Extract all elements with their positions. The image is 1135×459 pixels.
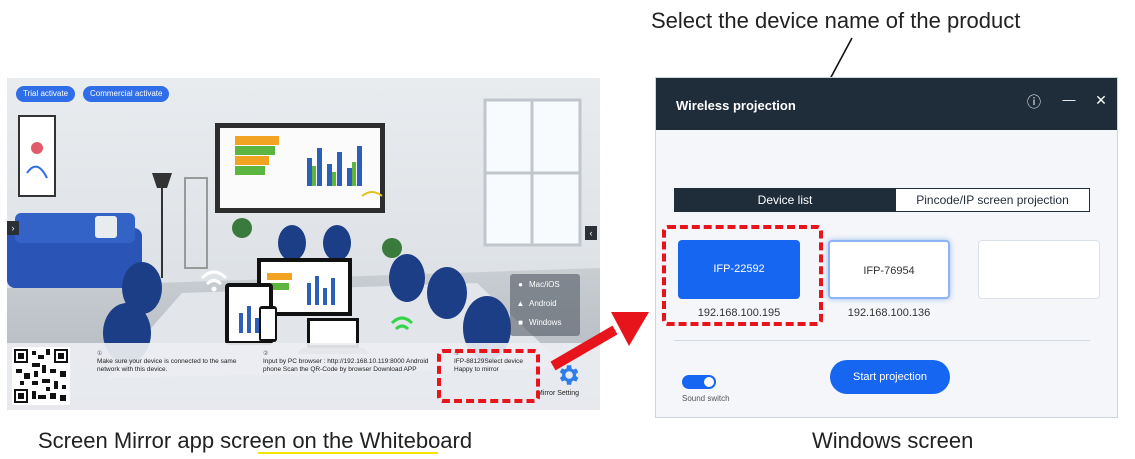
start-projection-button[interactable]: Start projection xyxy=(830,360,950,394)
toggle-knob xyxy=(704,377,714,387)
apple-icon: ● xyxy=(518,280,523,289)
chevron-left-icon[interactable]: ‹ xyxy=(585,226,597,240)
chevron-right-icon[interactable]: › xyxy=(7,221,19,235)
commercial-activate-button[interactable]: Commercial activate xyxy=(83,86,170,102)
sound-switch-toggle[interactable] xyxy=(682,375,716,389)
info-icon[interactable]: ⓘ xyxy=(1024,92,1044,112)
tab-pincode-ip[interactable]: Pincode/IP screen projection xyxy=(895,189,1089,211)
info-step-2: ② Input by PC browser : http://192.168.1… xyxy=(263,350,433,374)
sound-switch-label: Sound switch xyxy=(682,394,730,403)
caption-left: Screen Mirror app screen on the Whiteboa… xyxy=(38,428,473,453)
highlight-device-info xyxy=(437,349,540,403)
device-card-empty[interactable] xyxy=(978,240,1100,299)
close-button[interactable]: ✕ xyxy=(1091,92,1111,109)
minimize-button[interactable]: — xyxy=(1059,92,1079,107)
platform-label: Mac/iOS xyxy=(529,280,560,289)
device-card[interactable]: IFP-76954 xyxy=(828,240,950,299)
mirror-setting-label[interactable]: Mirror Setting xyxy=(537,390,579,397)
divider xyxy=(674,340,1090,341)
title-bar: Wireless projection ⓘ — ✕ xyxy=(656,78,1117,130)
step-text: Make sure your device is connected to th… xyxy=(97,358,237,373)
windows-icon: ■ xyxy=(518,318,523,327)
device-ip: 192.168.100.136 xyxy=(847,307,931,319)
tab-device-list[interactable]: Device list xyxy=(675,189,895,211)
step-text: Input by PC browser : http://192.168.10.… xyxy=(263,358,429,373)
qr-code xyxy=(12,347,70,405)
red-arrow-icon xyxy=(550,312,649,371)
info-step-1: ① Make sure your device is connected to … xyxy=(97,350,237,374)
platform-mac-ios[interactable]: ● Mac/iOS xyxy=(516,280,560,289)
step-number: ② xyxy=(263,351,269,357)
highlight-selected-device xyxy=(662,225,823,326)
window-title: Wireless projection xyxy=(676,98,796,113)
step-number: ① xyxy=(97,351,103,357)
android-icon: ▲ xyxy=(516,299,525,308)
caption-right: Windows screen xyxy=(812,428,974,453)
tab-bar: Device list Pincode/IP screen projection xyxy=(674,188,1090,212)
trial-activate-button[interactable]: Trial activate xyxy=(16,86,76,102)
caption-underline xyxy=(258,452,438,454)
